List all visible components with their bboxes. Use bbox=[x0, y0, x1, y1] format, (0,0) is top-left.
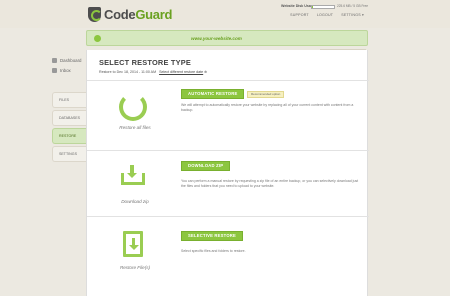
dashboard-icon bbox=[52, 57, 57, 63]
logout-link[interactable]: LOGOUT bbox=[317, 13, 333, 17]
tab-files[interactable]: FILES bbox=[52, 92, 86, 108]
download-tray-icon bbox=[119, 163, 147, 185]
option-automatic-restore: Restore all files AUTOMATIC RESTORE Reco… bbox=[87, 80, 369, 150]
option-download-zip: Download zip DOWNLOAD ZIP You can perfor… bbox=[87, 150, 369, 216]
tab-restore[interactable]: RESTORE bbox=[52, 128, 86, 144]
disk-usage-value: 225.6 MB / 5 GB Free bbox=[337, 4, 369, 8]
option-caption: Restore File(s) bbox=[119, 265, 151, 270]
calendar-icon[interactable]: ⊕ bbox=[204, 70, 207, 74]
refresh-icon bbox=[119, 93, 147, 121]
page-title: SELECT RESTORE TYPE bbox=[99, 58, 191, 67]
nav-inbox[interactable]: Inbox bbox=[52, 65, 81, 75]
option-selective-restore: Restore File(s) SELECTIVE RESTORE Select… bbox=[87, 216, 369, 296]
disk-usage-label: Website Disk Usage bbox=[281, 4, 316, 8]
website-bar: www.your-website.com bbox=[86, 30, 368, 46]
main-panel: SELECT RESTORE TYPE Restore to Dec 18, 2… bbox=[86, 50, 369, 296]
website-icon bbox=[94, 35, 101, 42]
tab-settings[interactable]: SETTINGS bbox=[52, 146, 86, 162]
side-tabs: FILES DATABASES RESTORE SETTINGS bbox=[52, 92, 86, 164]
website-url[interactable]: www.your-website.com bbox=[191, 36, 242, 41]
selective-restore-button[interactable]: SELECTIVE RESTORE bbox=[181, 231, 243, 241]
download-zip-button[interactable]: DOWNLOAD ZIP bbox=[181, 161, 231, 171]
option-caption: Restore all files bbox=[119, 125, 151, 130]
support-link[interactable]: SUPPORT bbox=[290, 13, 309, 17]
codeguard-logo[interactable]: CodeGuard bbox=[88, 6, 172, 22]
restore-date-line: Restore to Dec 18, 2014 - 11:00 AM Selec… bbox=[99, 70, 208, 74]
option-description: We will attempt to automatically restore… bbox=[181, 103, 354, 112]
file-download-icon bbox=[123, 231, 143, 257]
top-nav: SUPPORT LOGOUT SETTINGS ▾ bbox=[290, 13, 364, 17]
inbox-icon bbox=[52, 67, 57, 73]
shield-logo-icon bbox=[88, 6, 102, 22]
left-nav: Dashboard Inbox bbox=[52, 55, 81, 75]
nav-dashboard[interactable]: Dashboard bbox=[52, 55, 81, 65]
recommended-badge: Recommended option bbox=[247, 91, 285, 98]
top-bar: CodeGuard SUPPORT LOGOUT SETTINGS ▾ bbox=[0, 0, 450, 28]
disk-usage-bar bbox=[311, 5, 335, 9]
select-date-link[interactable]: Select different restore date bbox=[159, 70, 203, 74]
option-description: Select specific files and folders to res… bbox=[181, 249, 246, 253]
option-description: You can perform a manual restore by requ… bbox=[181, 179, 359, 188]
automatic-restore-button[interactable]: AUTOMATIC RESTORE bbox=[181, 89, 245, 99]
settings-menu[interactable]: SETTINGS ▾ bbox=[341, 13, 364, 17]
option-caption: Download zip bbox=[121, 199, 149, 204]
logo-text: CodeGuard bbox=[104, 6, 173, 22]
tab-databases[interactable]: DATABASES bbox=[52, 110, 86, 126]
